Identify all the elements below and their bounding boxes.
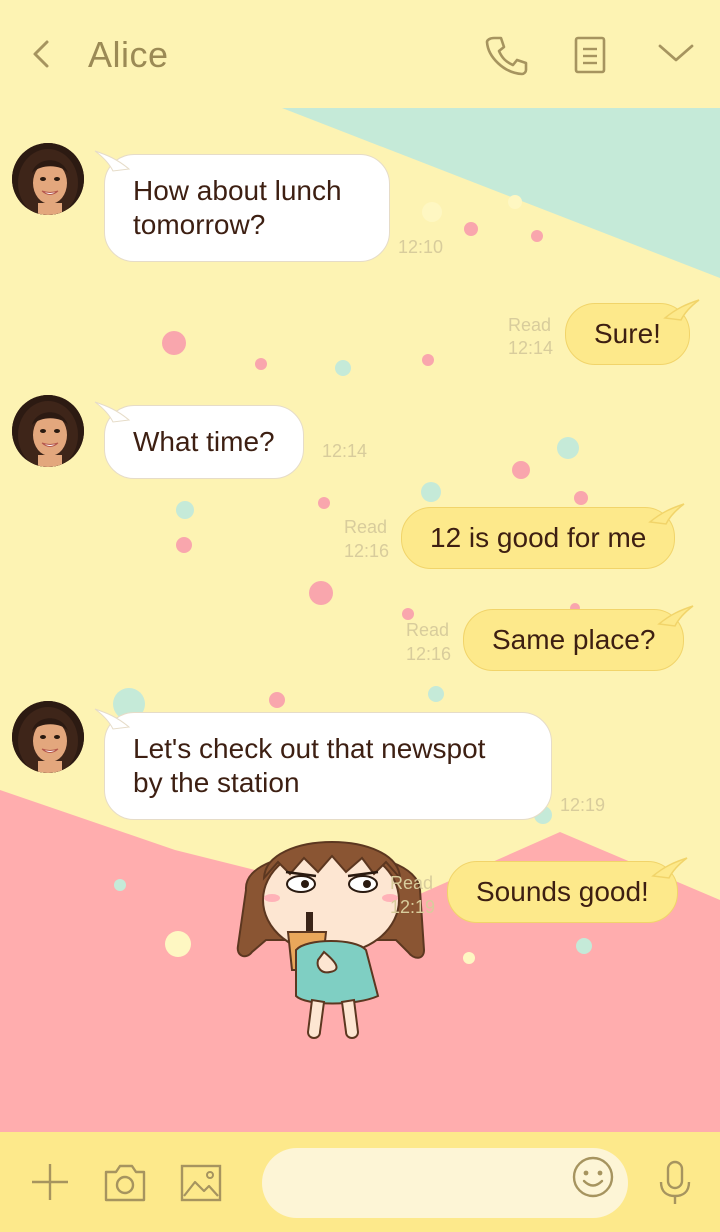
- message-time: 12:16: [344, 541, 390, 561]
- chat-header: Alice: [0, 0, 720, 108]
- girl-drinking-boba-illustration: [226, 820, 436, 1050]
- emoji-icon[interactable]: [570, 1154, 616, 1200]
- message-text: How about lunch tomorrow?: [133, 175, 342, 240]
- message-input-bar: [0, 1132, 720, 1232]
- message-bubble-incoming[interactable]: What time?: [104, 405, 304, 479]
- message-text: Let's check out that newspot by the stat…: [133, 733, 486, 798]
- plus-icon[interactable]: [26, 1158, 74, 1206]
- message-bubble-incoming[interactable]: Let's check out that newspot by the stat…: [104, 712, 552, 820]
- message-bubble-outgoing[interactable]: Sure!: [565, 303, 690, 365]
- message-text: Sure!: [594, 318, 661, 349]
- read-status: Read: [406, 620, 450, 640]
- message-time: 12:14: [322, 441, 368, 461]
- back-chevron-icon[interactable]: [22, 30, 62, 78]
- image-icon[interactable]: [177, 1158, 225, 1206]
- chat-title[interactable]: Alice: [88, 34, 169, 76]
- message-time: 12:16: [406, 644, 452, 664]
- message-text: Sounds good!: [476, 876, 649, 907]
- read-status: Read: [390, 873, 434, 893]
- message-time: 12:19: [390, 897, 436, 917]
- message-time: 12:19: [560, 795, 606, 815]
- camera-icon[interactable]: [101, 1158, 149, 1206]
- chevron-down-icon[interactable]: [652, 30, 700, 78]
- message-bubble-outgoing[interactable]: 12 is good for me: [401, 507, 675, 569]
- message-time: 12:10: [398, 237, 444, 257]
- contact-avatar[interactable]: [12, 143, 84, 215]
- message-text: What time?: [133, 426, 275, 457]
- message-bubble-incoming[interactable]: How about lunch tomorrow?: [104, 154, 390, 262]
- notes-icon[interactable]: [566, 30, 614, 78]
- read-status: Read: [344, 517, 388, 537]
- message-time: 12:14: [508, 338, 554, 358]
- message-bubble-outgoing[interactable]: Sounds good!: [447, 861, 678, 923]
- message-text: Same place?: [492, 624, 656, 655]
- contact-avatar[interactable]: [12, 701, 84, 773]
- contact-avatar[interactable]: [12, 395, 84, 467]
- message-text: 12 is good for me: [430, 522, 647, 553]
- read-status: Read: [508, 315, 552, 335]
- microphone-icon[interactable]: [651, 1158, 699, 1206]
- phone-icon[interactable]: [482, 30, 530, 78]
- message-bubble-outgoing[interactable]: Same place?: [463, 609, 684, 671]
